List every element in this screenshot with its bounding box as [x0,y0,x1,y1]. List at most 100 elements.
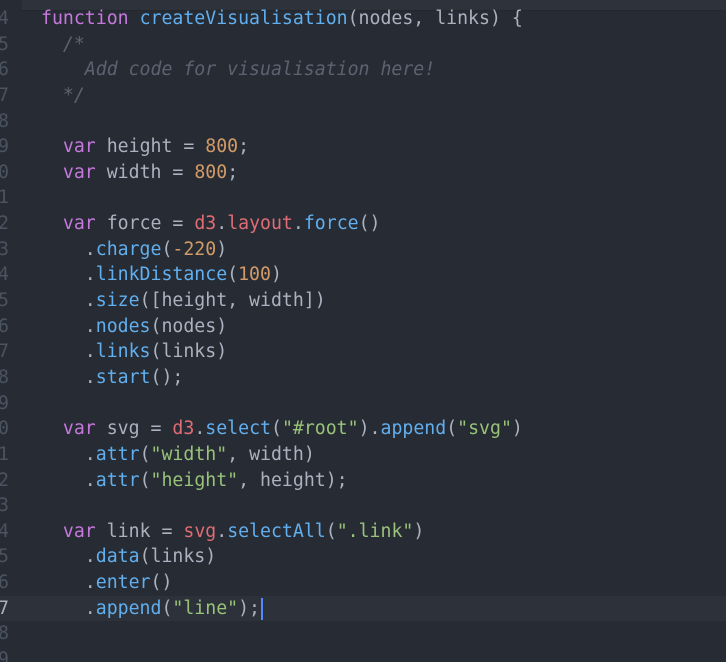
code-text[interactable]: .links(links) [41,339,227,365]
code-token: data [95,546,140,568]
code-line[interactable]: 6 .enter() [0,570,726,596]
code-line[interactable]: 5 .size([height, width]) [0,288,726,314]
code-token: . [41,597,96,619]
code-line[interactable]: 7 .links(links) [0,339,726,365]
code-token: , height); [238,469,348,491]
code-token: ; [227,161,239,183]
code-token: (); [150,366,184,388]
code-text[interactable]: .attr("width", width) [41,442,315,468]
code-text[interactable]: var force = d3.layout.force() [41,211,381,237]
code-token: (nodes) [150,315,228,337]
code-token: "line" [172,597,239,619]
code-text[interactable]: .data(links) [41,544,216,570]
code-text[interactable]: function createVisualisation(nodes, link… [41,6,523,32]
current-code-line[interactable]: 7 .append("line"); [0,595,726,622]
code-line[interactable]: 4 var link = svg.selectAll(".link") [0,519,726,545]
line-number: 8 [0,623,9,645]
line-number: 5 [0,290,9,312]
code-line[interactable]: 9 [0,391,726,417]
code-token: 100 [238,264,271,286]
code-token: ) [413,520,425,542]
code-text[interactable]: var width = 800; [41,160,238,186]
code-lines[interactable]: 4 function createVisualisation(nodes, lin… [0,6,726,662]
code-text[interactable]: .charge(-220) [41,237,227,263]
code-line[interactable]: 6 .nodes(nodes) [0,314,726,340]
code-token: createVisualisation [139,8,348,29]
code-text[interactable]: .linkDistance(100) [41,262,282,288]
code-token: . [41,264,96,286]
line-number: 9 [0,136,9,158]
code-token: */ [41,84,85,106]
code-text[interactable]: .start(); [41,365,184,391]
code-token: ( [325,520,337,542]
code-token: selectAll [227,520,326,542]
code-line[interactable]: 0 var svg = d3.select("#root").append("s… [0,416,726,442]
line-number: 6 [0,315,9,337]
code-line[interactable]: 5 /* [0,32,726,58]
code-token: var [62,213,96,235]
code-line[interactable]: 8 [0,621,726,647]
code-token: var [62,136,96,158]
line-number: 5 [0,33,9,55]
code-line[interactable]: 4 .linkDistance(100) [0,262,726,288]
code-token: ) [511,418,523,440]
code-token: link = [95,520,184,542]
code-line[interactable]: 1 .attr("width", width) [0,442,726,468]
code-line[interactable]: 6 Add code for visualisation here! [0,57,726,83]
code-token: . [216,520,228,542]
code-token: d3 [172,418,195,440]
code-token: size [95,290,140,312]
line-number: 7 [0,597,9,619]
code-token: attr [95,443,140,465]
code-token: . [194,418,206,440]
code-line[interactable]: 4 function createVisualisation(nodes, lin… [0,6,726,32]
code-token: charge [95,238,162,260]
line-number: 0 [0,418,9,440]
code-line[interactable]: 0 var width = 800; [0,160,726,186]
code-text[interactable]: .append("line"); [41,596,264,622]
line-number: 3 [0,495,9,517]
code-text[interactable]: */ [41,83,85,109]
code-editor[interactable]: 4 function createVisualisation(nodes, lin… [0,0,726,662]
code-text[interactable]: .enter() [41,570,173,596]
line-number: 4 [0,520,9,542]
code-line[interactable]: 3 [0,493,726,519]
code-text[interactable]: var height = 800; [41,134,249,160]
line-number: 7 [0,84,9,106]
code-text[interactable]: var svg = d3.select("#root").append("svg… [41,416,523,442]
code-line[interactable]: 2 var force = d3.layout.force() [0,211,726,237]
code-line[interactable]: 9 [0,647,726,662]
line-number: 8 [0,110,9,132]
code-token: ( [161,238,173,260]
code-line[interactable]: 1 [0,185,726,211]
line-number: 9 [0,649,9,662]
code-token: ([height, width]) [139,290,326,312]
code-text[interactable]: .attr("height", height); [41,468,348,494]
code-token: d3 [194,213,217,235]
code-text[interactable]: Add code for visualisation here! [41,57,435,83]
line-number: 4 [0,8,9,29]
code-token: . [41,238,96,260]
code-text[interactable]: /* [41,32,85,58]
code-token: "width" [150,443,228,465]
code-line[interactable]: 2 .attr("height", height); [0,468,726,494]
line-number: 3 [0,238,9,260]
code-line[interactable]: 8 .start(); [0,365,726,391]
code-text[interactable]: .nodes(nodes) [41,314,227,340]
code-token: ( [161,597,173,619]
code-token: ( [139,469,151,491]
line-number: 2 [0,213,9,235]
code-token: ); [238,597,261,619]
code-line[interactable]: 5 .data(links) [0,544,726,570]
code-token: () [150,572,173,594]
code-line[interactable]: 9 var height = 800; [0,134,726,160]
code-token: . [41,341,96,363]
code-line[interactable]: 8 [0,109,726,135]
code-line[interactable]: 3 .charge(-220) [0,237,726,263]
code-line[interactable]: 7 */ [0,83,726,109]
code-text[interactable]: var link = svg.selectAll(".link") [41,519,424,545]
code-text[interactable]: .size([height, width]) [41,288,326,314]
